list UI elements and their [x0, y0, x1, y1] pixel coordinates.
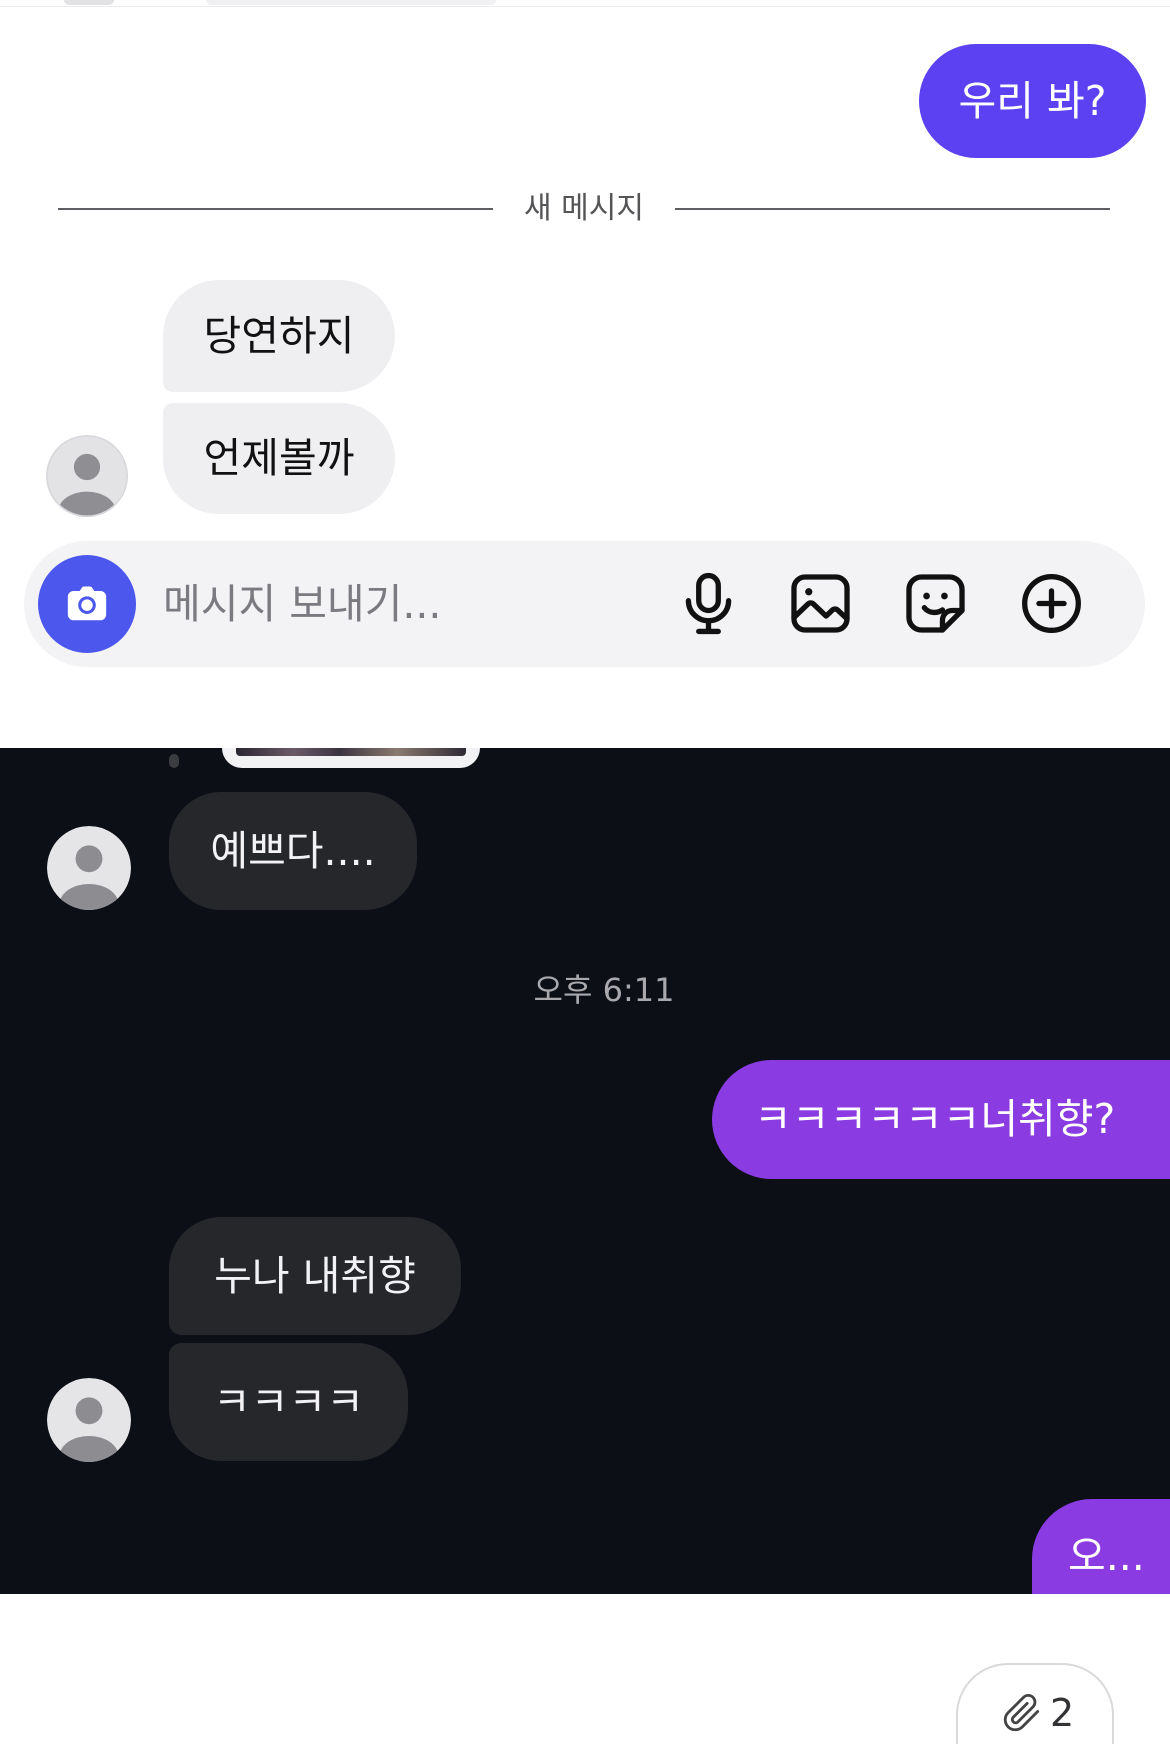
paperclip-icon: [1002, 1693, 1042, 1733]
received-message-bubble: ㅋㅋㅋㅋ: [169, 1343, 408, 1461]
plus-circle-icon: [1022, 574, 1081, 633]
sent-message-bubble: 우리 봐?: [919, 44, 1146, 158]
microphone-icon: [685, 572, 732, 635]
image-thumbnail-edge: [236, 748, 466, 756]
light-chat-screenshot: 우리 봐? 새 메시지 당연하지 언제볼까: [0, 0, 1170, 748]
message-timestamp: 오후 6:11: [533, 971, 675, 1009]
person-icon: [46, 435, 128, 517]
attachment-count: 2: [1050, 1691, 1075, 1735]
person-icon: [47, 826, 131, 910]
cropped-bubble-edge: [206, 0, 496, 5]
sticker-button[interactable]: [902, 570, 969, 637]
sender-avatar[interactable]: [47, 1378, 131, 1462]
gallery-button[interactable]: [787, 570, 854, 637]
attachment-area: 2: [0, 1594, 1170, 1744]
received-message-bubble: 누나 내취향: [169, 1217, 461, 1335]
voice-message-button[interactable]: [675, 570, 742, 637]
camera-icon: [67, 586, 107, 621]
cropped-top-rule: [0, 6, 1170, 7]
more-options-button[interactable]: [1018, 570, 1085, 637]
sent-message-bubble: ㅋㅋㅋㅋㅋㅋ너취향?: [712, 1060, 1170, 1179]
person-icon: [47, 1378, 131, 1462]
sender-avatar[interactable]: [46, 435, 128, 517]
divider-line: [58, 208, 494, 210]
divider-label: 새 메시지: [524, 191, 644, 226]
sent-message-bubble: 오...: [1032, 1499, 1170, 1594]
message-input[interactable]: [163, 574, 633, 634]
dark-chat-screenshot: 예쁘다.... 오후 6:11 ㅋㅋㅋㅋㅋㅋ너취향? 누나 내취향 ㅋㅋㅋㅋ 오…: [0, 748, 1170, 1594]
sender-avatar[interactable]: [47, 826, 131, 910]
received-message-bubble: 당연하지: [163, 280, 395, 392]
divider-line: [674, 208, 1110, 210]
image-icon: [791, 574, 850, 633]
cropped-avatar-edge: [64, 0, 114, 5]
attachment-count-badge[interactable]: 2: [956, 1663, 1114, 1744]
camera-button[interactable]: [38, 555, 136, 653]
sticker-icon: [906, 574, 965, 633]
new-messages-divider: 새 메시지: [58, 192, 1110, 226]
received-message-bubble: 언제볼까: [163, 403, 395, 514]
cropped-mark: [169, 754, 179, 768]
received-message-bubble: 예쁘다....: [169, 792, 417, 910]
message-composer: [24, 541, 1145, 667]
cropped-image-message: [222, 748, 480, 768]
